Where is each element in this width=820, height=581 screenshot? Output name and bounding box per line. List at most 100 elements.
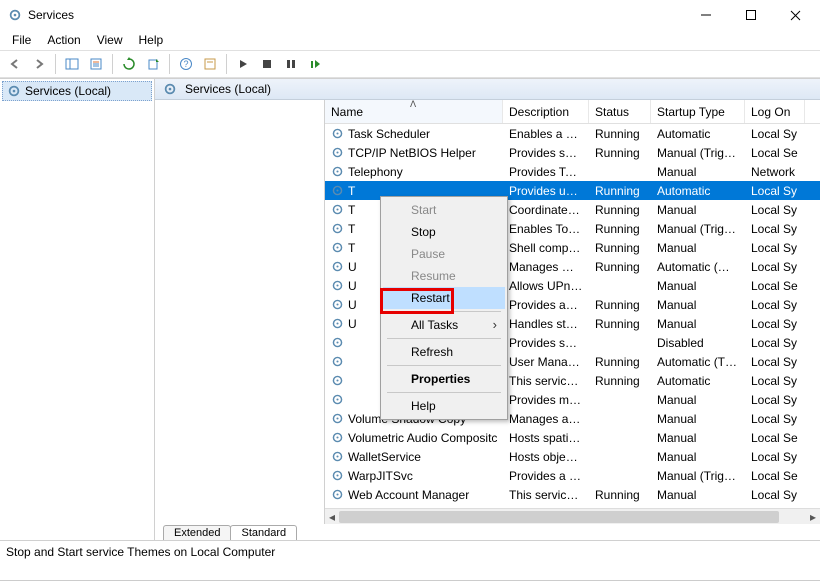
menu-view[interactable]: View [89, 31, 131, 49]
service-name-cell: Volumetric Audio Compositc [325, 430, 503, 446]
menu-help[interactable]: Help [131, 31, 172, 49]
context-menu: Start Stop Pause Resume Restart All Task… [380, 196, 508, 420]
service-desc-cell: Provides su… [503, 335, 589, 351]
scroll-left-icon[interactable]: ◂ [325, 510, 339, 524]
refresh-button[interactable] [118, 53, 140, 75]
service-startup-cell: Automatic [651, 183, 745, 199]
service-logon-cell: Local Sy [745, 297, 805, 313]
forward-button[interactable] [28, 53, 50, 75]
service-logon-cell: Local Sy [745, 316, 805, 332]
service-desc-cell: Handles sto… [503, 316, 589, 332]
back-button[interactable] [4, 53, 26, 75]
app-icon [8, 8, 22, 22]
ctx-all-tasks[interactable]: All Tasks [383, 314, 505, 336]
service-icon [331, 165, 344, 178]
close-button[interactable] [773, 0, 818, 30]
service-status-cell [589, 418, 651, 420]
service-row[interactable]: Task SchedulerEnables a us…RunningAutoma… [325, 124, 820, 143]
col-logon[interactable]: Log On [745, 100, 805, 123]
task-pane [155, 100, 325, 524]
service-status-cell [589, 437, 651, 439]
tree-node-services-local[interactable]: Services (Local) [2, 81, 152, 101]
service-startup-cell: Manual [651, 392, 745, 408]
service-icon [331, 222, 344, 235]
props-button[interactable] [199, 53, 221, 75]
service-name-cell: WalletService [325, 449, 503, 465]
service-logon-cell: Local Sy [745, 183, 805, 199]
detail-button[interactable] [85, 53, 107, 75]
export-button[interactable] [142, 53, 164, 75]
service-name-cell: Telephony [325, 164, 503, 180]
service-name-cell: Web Account Manager [325, 487, 503, 503]
service-startup-cell: Manual [651, 316, 745, 332]
service-row[interactable]: WalletServiceHosts objec…ManualLocal Sy [325, 447, 820, 466]
pause-service-button[interactable] [280, 53, 302, 75]
service-startup-cell: Manual (Trig… [651, 468, 745, 484]
start-service-button[interactable] [232, 53, 254, 75]
ctx-help[interactable]: Help [383, 395, 505, 417]
col-description[interactable]: Description [503, 100, 589, 123]
service-desc-cell: Enables a us… [503, 126, 589, 142]
service-startup-cell: Manual [651, 278, 745, 294]
show-hide-tree-button[interactable] [61, 53, 83, 75]
menu-action[interactable]: Action [39, 31, 88, 49]
service-startup-cell: Manual [651, 202, 745, 218]
service-startup-cell: Manual [651, 240, 745, 256]
tab-strip: Extended Standard [155, 524, 820, 540]
service-row[interactable]: TelephonyProvides Tel…ManualNetwork [325, 162, 820, 181]
service-icon [331, 184, 344, 197]
service-logon-cell: Local Sy [745, 335, 805, 351]
stop-service-button[interactable] [256, 53, 278, 75]
col-status[interactable]: Status [589, 100, 651, 123]
service-desc-cell: Provides us… [503, 183, 589, 199]
content-header: Services (Local) [155, 79, 820, 100]
service-status-cell: Running [589, 316, 651, 332]
service-icon [331, 203, 344, 216]
menu-file[interactable]: File [4, 31, 39, 49]
service-row[interactable]: WarpJITSvcProvides a JI…Manual (Trig…Loc… [325, 466, 820, 485]
service-desc-cell: This service … [503, 487, 589, 503]
service-status-cell: Running [589, 183, 651, 199]
ctx-properties[interactable]: Properties [383, 368, 505, 390]
tab-standard[interactable]: Standard [230, 525, 297, 540]
service-row[interactable]: Volumetric Audio CompositcHosts spatia…M… [325, 428, 820, 447]
service-desc-cell: Manages W… [503, 259, 589, 275]
ctx-start: Start [383, 199, 505, 221]
restart-service-button[interactable] [304, 53, 326, 75]
service-row[interactable]: Web Account ManagerThis service …Running… [325, 485, 820, 504]
ctx-pause: Pause [383, 243, 505, 265]
help-button[interactable]: ? [175, 53, 197, 75]
service-row[interactable]: TCP/IP NetBIOS HelperProvides su…Running… [325, 143, 820, 162]
service-startup-cell: Automatic (T… [651, 354, 745, 370]
service-desc-cell: Coordinates… [503, 202, 589, 218]
service-icon [331, 450, 344, 463]
service-logon-cell: Network [745, 164, 805, 180]
service-status-cell: Running [589, 240, 651, 256]
sort-up-icon: ᐱ [410, 100, 416, 110]
ctx-stop[interactable]: Stop [383, 221, 505, 243]
maximize-button[interactable] [728, 0, 773, 30]
service-status-cell: Running [589, 126, 651, 142]
service-logon-cell: Local Sy [745, 221, 805, 237]
service-logon-cell: Local Se [745, 468, 805, 484]
service-icon [331, 431, 344, 444]
ctx-refresh[interactable]: Refresh [383, 341, 505, 363]
service-icon [331, 279, 344, 292]
tab-extended[interactable]: Extended [163, 525, 231, 540]
service-desc-cell: Allows UPn… [503, 278, 589, 294]
ctx-restart[interactable]: Restart [383, 287, 505, 309]
services-icon [163, 82, 177, 96]
service-startup-cell: Manual [651, 487, 745, 503]
service-icon [331, 317, 344, 330]
service-desc-cell: Provides su… [503, 145, 589, 161]
service-status-cell: Running [589, 487, 651, 503]
horizontal-scrollbar[interactable]: ◂ ▸ [325, 508, 820, 524]
service-logon-cell: Local Se [745, 430, 805, 446]
content-header-title: Services (Local) [185, 82, 271, 96]
service-desc-cell: Hosts spatia… [503, 430, 589, 446]
scroll-right-icon[interactable]: ▸ [806, 510, 820, 524]
service-status-cell: Running [589, 373, 651, 389]
scroll-thumb[interactable] [339, 511, 779, 523]
col-startup[interactable]: Startup Type [651, 100, 745, 123]
minimize-button[interactable] [683, 0, 728, 30]
